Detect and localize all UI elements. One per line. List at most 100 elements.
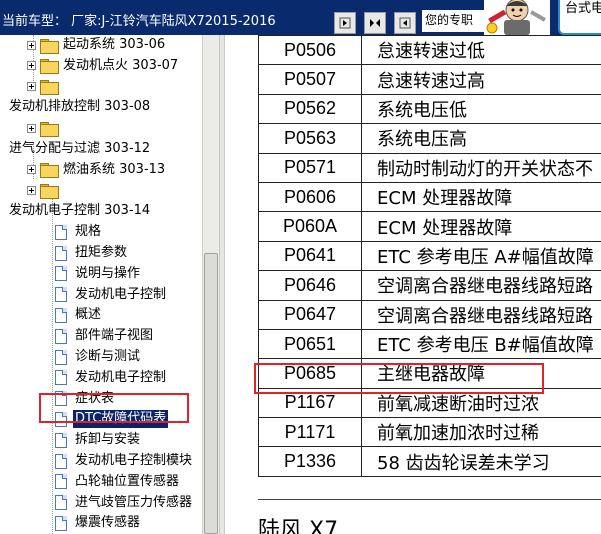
tree-item-label: 发动机电子控制 303-14	[9, 203, 151, 219]
expand-plus-icon[interactable]	[27, 165, 36, 175]
tree-folder-item[interactable]	[27, 77, 61, 97]
tree-section-item[interactable]: 进气分配与过滤 303-12	[7, 139, 152, 159]
expand-plus-icon[interactable]	[27, 61, 36, 71]
document-icon	[55, 370, 67, 386]
dtc-description-cell: 前氧加速加浓时过稀	[361, 417, 601, 448]
document-icon	[55, 411, 67, 427]
dtc-code-table: P0506 怠速转速过低 P0507 怠速转速过高 P0562 系统电压低 P0563 系统电…	[258, 35, 601, 477]
table-row: P1336 58 齿齿轮误差未学习	[258, 446, 601, 477]
tree-leaf-item[interactable]: 进气歧管压力传感器	[55, 493, 194, 513]
table-row: P0606 ECM 处理器故障	[258, 181, 601, 213]
dtc-description-cell: ECM 处理器故障	[361, 211, 601, 242]
dtc-code-cell: P0571	[258, 152, 362, 183]
tree-item-label: 起动系统 303-06	[63, 37, 166, 52]
folder-icon	[40, 59, 59, 75]
dtc-code-cell: P0562	[258, 93, 362, 125]
tree-item-label: 凸轮轴位置传感器	[75, 473, 180, 489]
tree-item-label: DTC故障代码表	[73, 410, 169, 429]
tree-scrollbar-thumb[interactable]	[204, 253, 218, 534]
dtc-code-cell: P1167	[258, 387, 362, 419]
tree-leaf-item[interactable]: DTC故障代码表	[55, 409, 169, 429]
tree-leaf-item[interactable]: 拆卸与安装	[55, 430, 142, 450]
tree-item-label: 爆震传感器	[75, 515, 141, 531]
document-icon	[55, 287, 67, 303]
tree-folder-item[interactable]	[27, 181, 61, 201]
dtc-code-cell: P0507	[258, 64, 362, 95]
dtc-description-cell: 系统电压低	[361, 93, 601, 125]
folder-icon	[40, 184, 59, 200]
tree-folder-item[interactable]: 发动机点火 303-07	[27, 56, 180, 76]
nav-prev-icon	[339, 17, 351, 29]
tree-leaf-item[interactable]: 症状表	[55, 389, 116, 409]
nav-next-button[interactable]	[394, 12, 416, 34]
dtc-description-cell: 58 齿齿轮误差未学习	[361, 446, 601, 477]
nav-sync-button[interactable]	[364, 12, 386, 34]
tree-folder-item[interactable]	[27, 118, 61, 138]
dtc-description-cell: 怠速转速过低	[361, 35, 601, 66]
tree-item-label: 燃油系统 303-13	[63, 161, 166, 177]
document-icon	[55, 474, 67, 490]
expand-plus-icon[interactable]	[27, 186, 36, 196]
table-row: P0646 空调离合器继电器线路短路	[258, 270, 601, 301]
folder-icon	[40, 121, 59, 137]
nav-next-icon	[399, 17, 411, 29]
table-row: P1167 前氧减速断油时过浓	[258, 387, 601, 419]
tree-leaf-item[interactable]: 爆震传感器	[55, 513, 142, 533]
tree-leaf-item[interactable]: 扭矩参数	[55, 243, 129, 263]
tree-item-label: 概述	[75, 307, 102, 323]
tree-folder-item[interactable]: 燃油系统 303-13	[27, 160, 167, 180]
category-tree: 起动系统 303-06 发动机点火 303-07 发动机排放控制 303-08 进气分…	[0, 35, 202, 534]
tree-leaf-item[interactable]: 凸轮轴位置传感器	[55, 472, 181, 492]
dtc-description-cell: 前氧减速断油时过浓	[361, 387, 601, 419]
top-bar: 当前车型： 厂家:J-江铃汽车陆风X72015-2016 您的专职 台式电	[0, 0, 601, 35]
table-row: P0571 制动时制动灯的开关状态不	[258, 152, 601, 183]
tree-item-label: 规格	[75, 224, 102, 240]
tree-leaf-item[interactable]: 发动机电子控制	[55, 368, 168, 388]
welcome-text: 您的专职	[422, 10, 484, 32]
table-row: P0506 怠速转速过低	[258, 35, 601, 66]
document-icon	[55, 391, 67, 407]
tree-item-label: 发动机电子控制	[75, 286, 167, 302]
tree-leaf-item[interactable]: 发动机电子控制模块	[55, 451, 194, 471]
dtc-description-cell: ETC 参考电压 B#幅值故障	[361, 328, 601, 360]
document-icon	[55, 328, 67, 344]
document-icon	[55, 245, 67, 261]
tree-section-item[interactable]: 发动机电子控制 303-14	[7, 201, 152, 221]
tree-item-label: 发动机点火 303-07	[63, 57, 179, 73]
table-row: P0563 系统电压高	[258, 123, 601, 154]
dtc-description-cell: ECM 处理器故障	[361, 181, 601, 213]
tree-folder-item[interactable]: 起动系统 303-06	[27, 35, 167, 55]
tree-leaf-item[interactable]: 规格	[55, 222, 103, 242]
expand-plus-icon[interactable]	[27, 40, 36, 50]
tree-item-label: 诊断与测试	[75, 349, 141, 364]
expand-plus-icon[interactable]	[27, 123, 36, 133]
nav-prev-button[interactable]	[334, 12, 356, 34]
folder-icon	[40, 38, 59, 54]
dtc-code-cell: P060A	[258, 211, 362, 242]
table-row: P1171 前氧加速加浓时过稀	[258, 417, 601, 448]
table-row: P0685 主继电器故障	[258, 358, 601, 389]
tree-leaf-item[interactable]: 概述	[55, 305, 103, 325]
document-icon	[55, 266, 67, 282]
tree-section-item[interactable]: 发动机排放控制 303-08	[7, 97, 152, 117]
document-icon	[55, 224, 67, 240]
mascot-icon	[484, 0, 550, 35]
tree-leaf-item[interactable]: 说明与操作	[55, 264, 142, 284]
tree-item-label: 部件端子视图	[75, 328, 154, 344]
dtc-code-cell: P0641	[258, 240, 362, 272]
tree-scrollbar[interactable]	[202, 35, 219, 534]
tree-leaf-item[interactable]: 诊断与测试	[55, 347, 142, 367]
tree-item-label: 发动机电子控制	[75, 369, 167, 385]
table-row: P0562 系统电压低	[258, 93, 601, 125]
tree-item-label: 拆卸与安装	[75, 432, 141, 448]
nav-sync-icon	[368, 17, 382, 29]
document-icon	[55, 349, 67, 365]
expand-plus-icon[interactable]	[27, 82, 36, 92]
dtc-description-cell: 制动时制动灯的开关状态不	[361, 152, 601, 183]
tree-leaf-item[interactable]: 部件端子视图	[55, 326, 155, 346]
tree-leaf-item[interactable]: 发动机电子控制	[55, 285, 168, 305]
tree-item-label: 发动机电子控制模块	[75, 453, 193, 468]
dtc-code-cell: P1171	[258, 417, 362, 448]
dtc-code-cell: P0646	[258, 270, 362, 301]
document-icon	[55, 432, 67, 448]
